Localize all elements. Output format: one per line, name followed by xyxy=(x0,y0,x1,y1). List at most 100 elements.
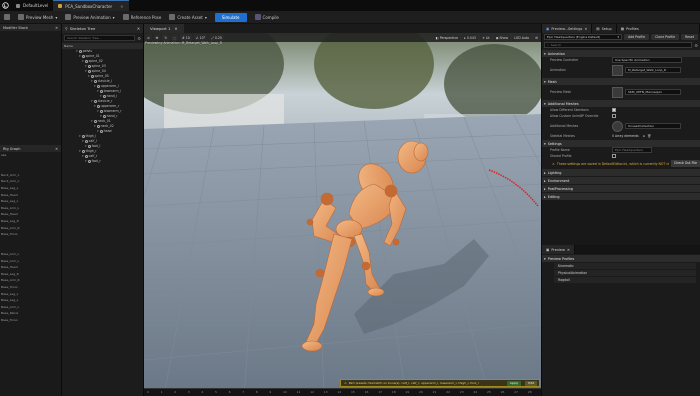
viewport-settings-button[interactable]: ⚙ xyxy=(533,34,540,41)
close-icon[interactable]: ✕ xyxy=(174,26,177,31)
additional-meshes-dropdown[interactable]: UnusedCollection xyxy=(625,123,681,129)
clone-profile-button[interactable]: Clone Profile xyxy=(651,34,680,40)
chevron-down-icon[interactable]: ▾ xyxy=(94,104,96,108)
chevron-down-icon[interactable]: ▾ xyxy=(79,54,81,58)
chevron-down-icon[interactable]: ▾ xyxy=(91,99,93,103)
list-item[interactable]: Base_Leg_R xyxy=(0,271,61,278)
create-asset-button[interactable]: Create Asset ▾ xyxy=(165,11,211,24)
timeline[interactable]: 0 1 2 3 4 5 6 7 8 9 10 11 12 13 14 15 16 17 18 19 20 21 22 23 24… xyxy=(144,388,541,396)
list-item[interactable] xyxy=(0,97,61,104)
list-item[interactable] xyxy=(0,64,61,71)
notification-edit-button[interactable]: Edit xyxy=(525,380,537,386)
list-item[interactable] xyxy=(0,244,61,251)
simulate-button[interactable]: Simulate xyxy=(214,12,247,22)
reset-button[interactable]: Reset xyxy=(681,34,698,40)
chevron-down-icon[interactable]: ▾ xyxy=(79,149,81,153)
chevron-down-icon[interactable]: ▾ xyxy=(85,159,87,163)
list-item[interactable] xyxy=(0,71,61,78)
tab-profiles[interactable]: ▦ Profiles xyxy=(616,24,700,33)
chevron-down-icon[interactable]: ▾ xyxy=(94,84,96,88)
chevron-down-icon[interactable]: ▾ xyxy=(85,64,87,68)
chevron-down-icon[interactable]: ▾ xyxy=(76,49,78,53)
list-item[interactable]: Base_Head xyxy=(0,211,61,218)
section-preview-profiles[interactable]: ▾ Preview Profiles xyxy=(542,255,700,262)
list-item[interactable] xyxy=(0,38,61,45)
shared-profile-checkbox[interactable] xyxy=(612,154,616,158)
list-item[interactable]: Base_Arm_L xyxy=(0,251,61,258)
chevron-down-icon[interactable]: ▾ xyxy=(100,114,102,118)
list-item[interactable]: Base_Arm_L xyxy=(0,205,61,212)
add-element-icon[interactable]: ⊕ xyxy=(643,134,646,138)
chevron-down-icon[interactable]: ▾ xyxy=(85,144,87,148)
list-item[interactable]: abs xyxy=(0,152,61,159)
profile-name-input[interactable]: Epic Headquarters xyxy=(612,147,652,153)
preview-mesh-dropdown[interactable]: SKM_UEFN_Mannequin xyxy=(625,89,681,95)
list-item[interactable]: Base_Head xyxy=(0,264,61,271)
list-item[interactable]: Base_Leg_L xyxy=(0,291,61,298)
allow-custom-animbp-checkbox[interactable] xyxy=(612,114,616,118)
add-profile-button[interactable]: Add Profile xyxy=(624,34,650,40)
chevron-down-icon[interactable]: ▾ xyxy=(94,124,96,128)
close-icon[interactable]: ✕ xyxy=(55,147,58,151)
preview-mesh-button[interactable]: Preview Mesh ▾ xyxy=(14,11,61,24)
save-button[interactable] xyxy=(0,11,14,24)
chevron-down-icon[interactable]: ▾ xyxy=(82,139,84,143)
chevron-down-icon[interactable]: ▾ xyxy=(85,69,87,73)
details-search-input[interactable]: ⌕ Search xyxy=(544,42,693,48)
list-item[interactable] xyxy=(0,77,61,84)
reference-pose-button[interactable]: Reference Pose xyxy=(119,11,166,24)
lit-button[interactable]: ☀ Lit xyxy=(479,34,492,41)
section-settings[interactable]: ▾ Settings xyxy=(542,140,700,147)
list-item[interactable] xyxy=(0,57,61,64)
settings-icon[interactable]: ⚙ xyxy=(137,36,143,41)
show-button[interactable]: ◉ Show xyxy=(493,34,511,41)
list-item[interactable] xyxy=(0,51,61,58)
tab-preview-settings[interactable]: ▣ Preview...Settings ✕ xyxy=(542,24,593,33)
chevron-down-icon[interactable]: ▾ xyxy=(79,134,81,138)
list-item[interactable] xyxy=(0,104,61,111)
section-mesh[interactable]: ▾ Mesh xyxy=(542,78,700,85)
section-editing[interactable]: ▸ Editing xyxy=(542,193,700,200)
list-item[interactable]: Base_Leg_L xyxy=(0,297,61,304)
mesh-thumbnail[interactable] xyxy=(612,86,623,98)
list-item[interactable]: Base_Torso xyxy=(0,231,61,238)
list-item[interactable]: Base_Arm_R xyxy=(0,225,61,232)
section-environment[interactable]: ▸ Environment xyxy=(542,177,700,184)
list-item[interactable]: Base_Leg_L xyxy=(0,198,61,205)
rig-graph-header[interactable]: Rig Graph ✕ xyxy=(0,145,61,153)
list-item[interactable]: Base_Leg_R xyxy=(0,218,61,225)
profile-item-ragdoll[interactable]: Ragdoll xyxy=(554,277,696,283)
list-item[interactable] xyxy=(0,90,61,97)
list-item[interactable]: Base_Arm_L xyxy=(0,258,61,265)
list-item[interactable] xyxy=(0,159,61,166)
skeleton-search-input[interactable]: Search Skeleton Tree... xyxy=(64,35,136,41)
section-postprocessing[interactable]: ▸ PostProcessing xyxy=(542,185,700,192)
tab-setup[interactable]: ▤ Setup xyxy=(592,24,617,33)
list-item[interactable]: Base_Arm_R xyxy=(0,277,61,284)
preview-controller-dropdown[interactable]: Use Specific Animation xyxy=(612,57,682,63)
notification-apply-button[interactable]: Apply xyxy=(506,380,522,386)
list-item[interactable]: Base_Pelvis xyxy=(0,310,61,317)
grid-snap-button[interactable]: #10 xyxy=(180,34,192,41)
chevron-down-icon[interactable]: ▾ xyxy=(97,89,99,93)
chevron-down-icon[interactable]: ▾ xyxy=(82,59,84,63)
doc-tab-character[interactable]: PCA_SandboxCharacter ✕ xyxy=(53,0,129,11)
list-item[interactable] xyxy=(0,165,61,172)
list-item[interactable] xyxy=(0,110,61,117)
list-item[interactable] xyxy=(0,117,61,124)
list-item[interactable]: Base_Leg_L xyxy=(0,185,61,192)
viewport-tab[interactable]: Viewport 1 ✕ xyxy=(144,24,184,33)
animation-thumbnail[interactable] xyxy=(612,64,623,76)
chevron-down-icon[interactable]: ▾ xyxy=(91,119,93,123)
section-animation[interactable]: ▾ Animation xyxy=(542,50,700,57)
bone-row[interactable]: ▾ foot_r xyxy=(62,159,143,164)
close-icon[interactable]: ✕ xyxy=(584,27,587,31)
settings-icon[interactable]: ⚙ xyxy=(694,43,698,48)
section-additional-meshes[interactable]: ▾ Additional Meshes xyxy=(542,100,700,107)
list-item[interactable] xyxy=(0,238,61,245)
chevron-down-icon[interactable]: ▾ xyxy=(82,154,84,158)
skeleton-tree-tab[interactable]: ⚲ Skeleton Tree ✕ xyxy=(62,24,143,33)
list-item[interactable] xyxy=(0,130,61,137)
profile-item-physical-animation[interactable]: PhysicalAnimation xyxy=(554,270,696,276)
move-tool-button[interactable]: ✥ xyxy=(153,34,161,41)
